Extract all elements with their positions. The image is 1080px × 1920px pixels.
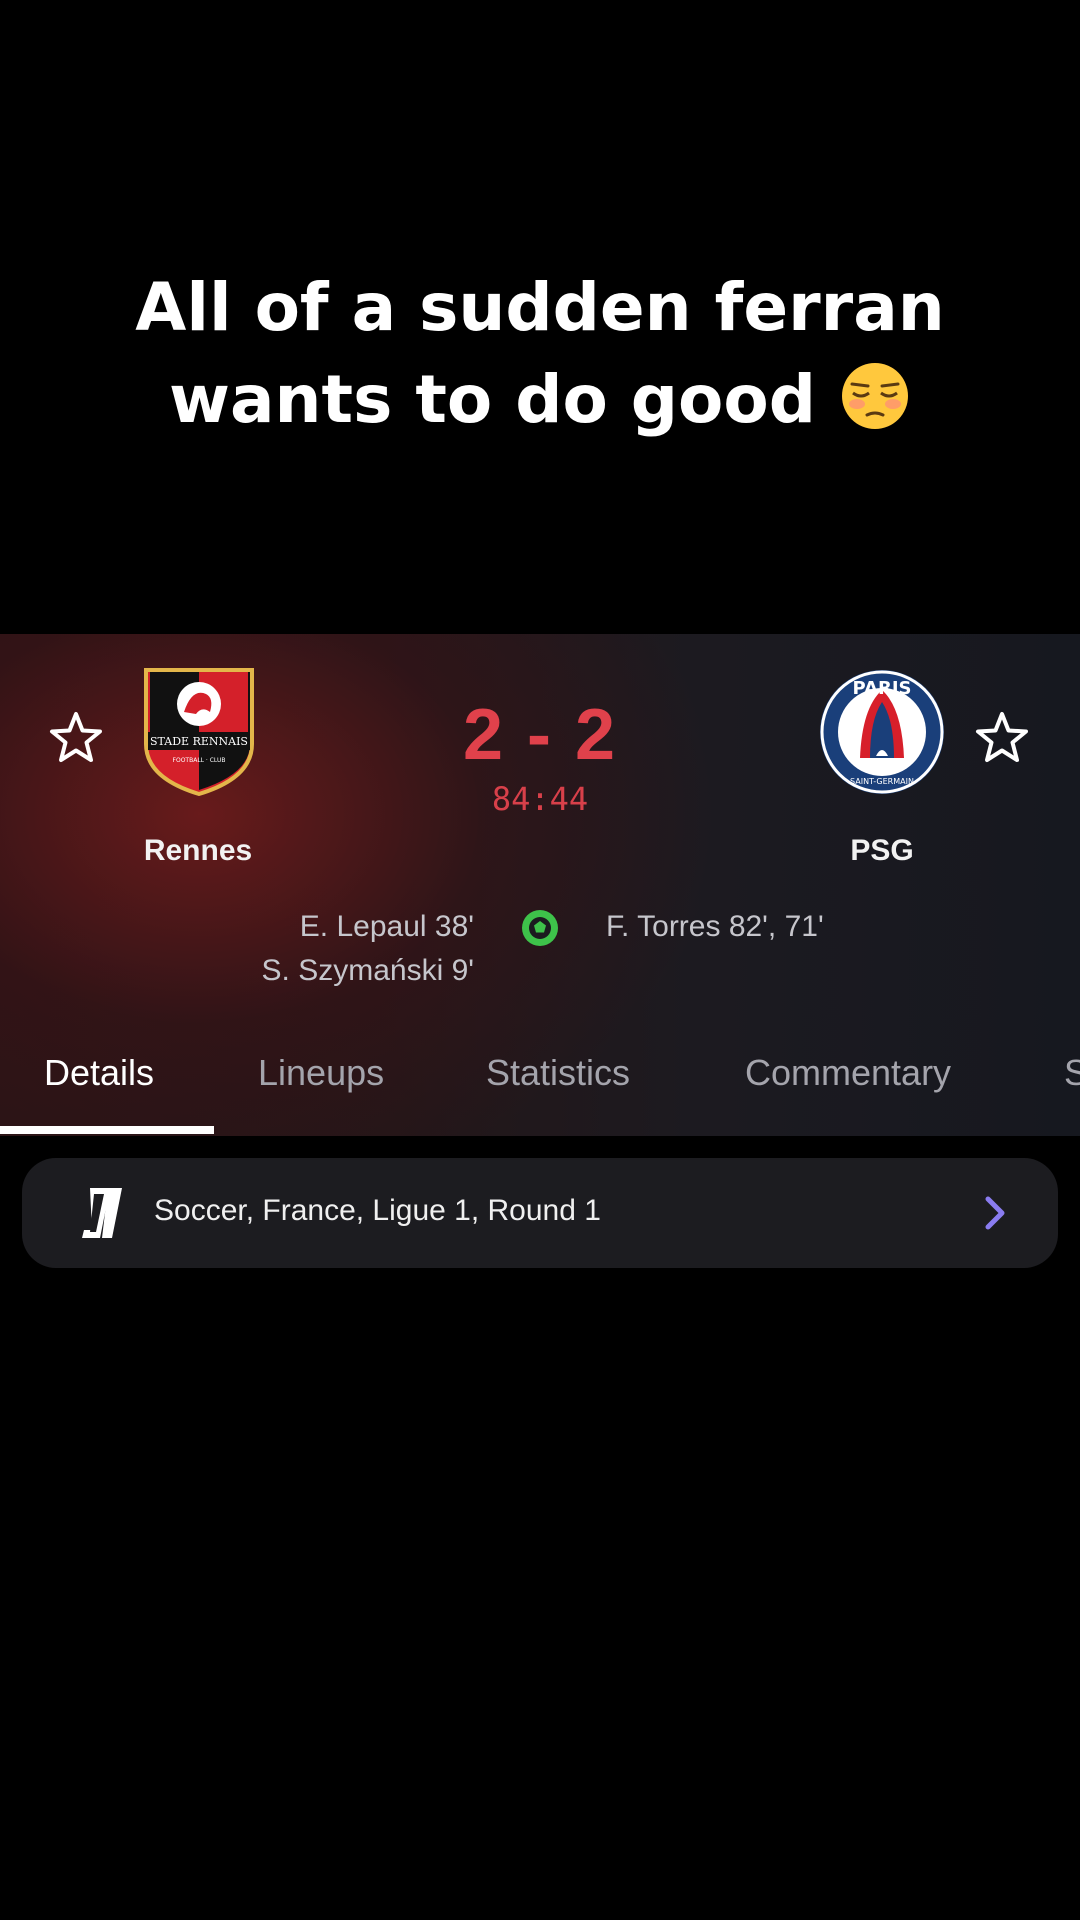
favorite-away-star-icon[interactable] (974, 710, 1030, 766)
caption-line-1: All of a sudden ferran (135, 269, 945, 346)
away-team-name[interactable]: PSG (732, 834, 1032, 868)
psg-crest-icon[interactable]: PARIS SAINT-GERMAIN (818, 668, 946, 796)
video-caption: All of a sudden ferran wants to do good (0, 262, 1080, 446)
tab-commentary[interactable]: Commentary (745, 1052, 951, 1094)
caption-line-2: wants to do good (169, 361, 816, 438)
match-clock: 84:44 (491, 780, 589, 818)
tab-lineups[interactable]: Lineups (258, 1052, 384, 1094)
caption-line-2-wrap: wants to do good (0, 354, 1080, 446)
tab-overflow[interactable]: S (1064, 1052, 1080, 1094)
ligue1-logo-icon (82, 1188, 122, 1238)
match-score: 2 - 2 (462, 695, 618, 775)
favorite-home-star-icon[interactable] (48, 710, 104, 766)
rennes-crest-icon[interactable]: STADE RENNAIS FOOTBALL · CLUB (140, 666, 258, 796)
home-scorer: E. Lepaul 38' (299, 910, 474, 943)
svg-text:SAINT-GERMAIN: SAINT-GERMAIN (850, 777, 914, 786)
flushed-face-emoji-icon (841, 363, 908, 429)
match-tabs: Details Lineups Statistics Commentary S (0, 1048, 1080, 1136)
tab-statistics[interactable]: Statistics (486, 1052, 630, 1094)
home-scorer: S. Szymański 9' (261, 954, 474, 987)
svg-text:FOOTBALL · CLUB: FOOTBALL · CLUB (173, 757, 226, 764)
home-team-name[interactable]: Rennes (48, 834, 348, 868)
active-tab-indicator (0, 1126, 214, 1134)
match-header: STADE RENNAIS FOOTBALL · CLUB 2 - 2 84:4… (0, 634, 1080, 1136)
psg-crest-text: PARIS (853, 678, 912, 699)
away-scorer: F. Torres 82', 71' (606, 910, 824, 943)
soccer-ball-icon (522, 910, 558, 946)
league-label: Soccer, France, Ligue 1, Round 1 (154, 1194, 601, 1227)
chevron-right-icon[interactable] (980, 1194, 1010, 1232)
league-row[interactable]: Soccer, France, Ligue 1, Round 1 (22, 1158, 1058, 1268)
rennes-crest-text: STADE RENNAIS (150, 735, 248, 748)
tab-details[interactable]: Details (44, 1052, 154, 1094)
